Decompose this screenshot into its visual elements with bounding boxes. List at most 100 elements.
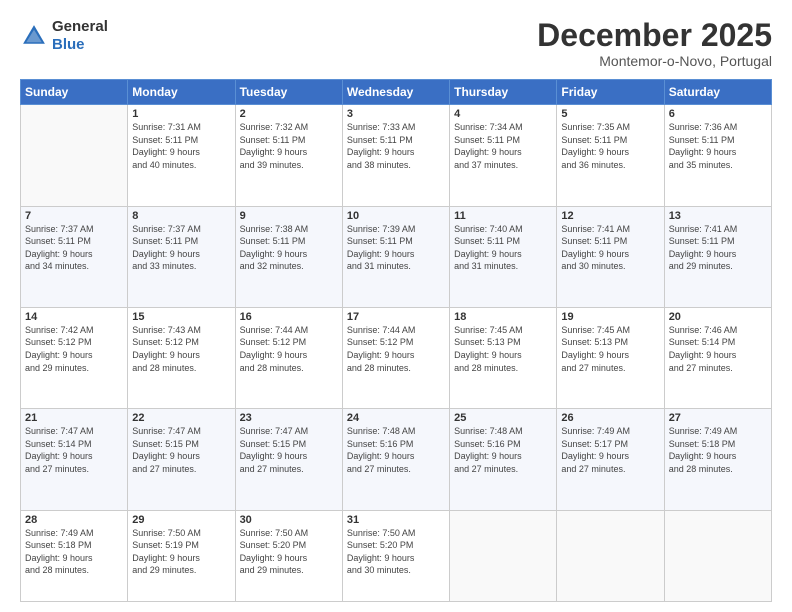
calendar-cell: 5Sunrise: 7:35 AM Sunset: 5:11 PM Daylig…	[557, 105, 664, 206]
cell-content: Sunrise: 7:44 AM Sunset: 5:12 PM Dayligh…	[240, 324, 338, 374]
calendar-cell: 29Sunrise: 7:50 AM Sunset: 5:19 PM Dayli…	[128, 510, 235, 601]
week-row-2: 7Sunrise: 7:37 AM Sunset: 5:11 PM Daylig…	[21, 206, 772, 307]
day-number: 16	[240, 311, 338, 323]
calendar-cell: 26Sunrise: 7:49 AM Sunset: 5:17 PM Dayli…	[557, 409, 664, 510]
calendar-cell: 21Sunrise: 7:47 AM Sunset: 5:14 PM Dayli…	[21, 409, 128, 510]
calendar-cell: 13Sunrise: 7:41 AM Sunset: 5:11 PM Dayli…	[664, 206, 771, 307]
day-number: 6	[669, 108, 767, 120]
day-number: 22	[132, 412, 230, 424]
calendar-page: General Blue December 2025 Montemor-o-No…	[0, 0, 792, 612]
day-number: 5	[561, 108, 659, 120]
logo-icon	[20, 22, 48, 50]
day-number: 18	[454, 311, 552, 323]
cell-content: Sunrise: 7:46 AM Sunset: 5:14 PM Dayligh…	[669, 324, 767, 374]
header-day-tuesday: Tuesday	[235, 80, 342, 105]
cell-content: Sunrise: 7:36 AM Sunset: 5:11 PM Dayligh…	[669, 121, 767, 171]
day-number: 31	[347, 514, 445, 526]
cell-content: Sunrise: 7:44 AM Sunset: 5:12 PM Dayligh…	[347, 324, 445, 374]
logo-blue: Blue	[52, 36, 108, 54]
cell-content: Sunrise: 7:39 AM Sunset: 5:11 PM Dayligh…	[347, 223, 445, 273]
calendar-cell: 10Sunrise: 7:39 AM Sunset: 5:11 PM Dayli…	[342, 206, 449, 307]
calendar-cell: 31Sunrise: 7:50 AM Sunset: 5:20 PM Dayli…	[342, 510, 449, 601]
day-number: 10	[347, 210, 445, 222]
day-number: 11	[454, 210, 552, 222]
day-number: 1	[132, 108, 230, 120]
header-day-sunday: Sunday	[21, 80, 128, 105]
header-day-monday: Monday	[128, 80, 235, 105]
cell-content: Sunrise: 7:37 AM Sunset: 5:11 PM Dayligh…	[25, 223, 123, 273]
calendar-cell: 22Sunrise: 7:47 AM Sunset: 5:15 PM Dayli…	[128, 409, 235, 510]
header: General Blue December 2025 Montemor-o-No…	[20, 18, 772, 69]
calendar-cell: 28Sunrise: 7:49 AM Sunset: 5:18 PM Dayli…	[21, 510, 128, 601]
cell-content: Sunrise: 7:37 AM Sunset: 5:11 PM Dayligh…	[132, 223, 230, 273]
cell-content: Sunrise: 7:45 AM Sunset: 5:13 PM Dayligh…	[454, 324, 552, 374]
cell-content: Sunrise: 7:50 AM Sunset: 5:20 PM Dayligh…	[347, 527, 445, 577]
calendar-cell: 11Sunrise: 7:40 AM Sunset: 5:11 PM Dayli…	[450, 206, 557, 307]
header-day-thursday: Thursday	[450, 80, 557, 105]
calendar-cell: 25Sunrise: 7:48 AM Sunset: 5:16 PM Dayli…	[450, 409, 557, 510]
day-number: 15	[132, 311, 230, 323]
day-number: 26	[561, 412, 659, 424]
calendar-cell: 6Sunrise: 7:36 AM Sunset: 5:11 PM Daylig…	[664, 105, 771, 206]
header-row: SundayMondayTuesdayWednesdayThursdayFrid…	[21, 80, 772, 105]
cell-content: Sunrise: 7:34 AM Sunset: 5:11 PM Dayligh…	[454, 121, 552, 171]
calendar-cell: 24Sunrise: 7:48 AM Sunset: 5:16 PM Dayli…	[342, 409, 449, 510]
day-number: 20	[669, 311, 767, 323]
day-number: 21	[25, 412, 123, 424]
calendar-cell: 20Sunrise: 7:46 AM Sunset: 5:14 PM Dayli…	[664, 307, 771, 408]
cell-content: Sunrise: 7:41 AM Sunset: 5:11 PM Dayligh…	[669, 223, 767, 273]
cell-content: Sunrise: 7:40 AM Sunset: 5:11 PM Dayligh…	[454, 223, 552, 273]
calendar-cell: 2Sunrise: 7:32 AM Sunset: 5:11 PM Daylig…	[235, 105, 342, 206]
cell-content: Sunrise: 7:31 AM Sunset: 5:11 PM Dayligh…	[132, 121, 230, 171]
logo: General Blue	[20, 18, 108, 54]
calendar-cell: 12Sunrise: 7:41 AM Sunset: 5:11 PM Dayli…	[557, 206, 664, 307]
calendar-cell	[450, 510, 557, 601]
week-row-4: 21Sunrise: 7:47 AM Sunset: 5:14 PM Dayli…	[21, 409, 772, 510]
calendar-cell: 9Sunrise: 7:38 AM Sunset: 5:11 PM Daylig…	[235, 206, 342, 307]
day-number: 19	[561, 311, 659, 323]
day-number: 28	[25, 514, 123, 526]
cell-content: Sunrise: 7:38 AM Sunset: 5:11 PM Dayligh…	[240, 223, 338, 273]
day-number: 23	[240, 412, 338, 424]
day-number: 12	[561, 210, 659, 222]
cell-content: Sunrise: 7:50 AM Sunset: 5:20 PM Dayligh…	[240, 527, 338, 577]
day-number: 13	[669, 210, 767, 222]
cell-content: Sunrise: 7:47 AM Sunset: 5:15 PM Dayligh…	[240, 425, 338, 475]
cell-content: Sunrise: 7:41 AM Sunset: 5:11 PM Dayligh…	[561, 223, 659, 273]
calendar-cell: 8Sunrise: 7:37 AM Sunset: 5:11 PM Daylig…	[128, 206, 235, 307]
week-row-3: 14Sunrise: 7:42 AM Sunset: 5:12 PM Dayli…	[21, 307, 772, 408]
header-day-saturday: Saturday	[664, 80, 771, 105]
day-number: 4	[454, 108, 552, 120]
calendar-cell: 1Sunrise: 7:31 AM Sunset: 5:11 PM Daylig…	[128, 105, 235, 206]
week-row-1: 1Sunrise: 7:31 AM Sunset: 5:11 PM Daylig…	[21, 105, 772, 206]
calendar-cell: 18Sunrise: 7:45 AM Sunset: 5:13 PM Dayli…	[450, 307, 557, 408]
header-day-wednesday: Wednesday	[342, 80, 449, 105]
cell-content: Sunrise: 7:33 AM Sunset: 5:11 PM Dayligh…	[347, 121, 445, 171]
day-number: 29	[132, 514, 230, 526]
calendar-cell: 19Sunrise: 7:45 AM Sunset: 5:13 PM Dayli…	[557, 307, 664, 408]
calendar-cell: 14Sunrise: 7:42 AM Sunset: 5:12 PM Dayli…	[21, 307, 128, 408]
day-number: 17	[347, 311, 445, 323]
location: Montemor-o-Novo, Portugal	[537, 53, 772, 69]
day-number: 2	[240, 108, 338, 120]
calendar-cell	[557, 510, 664, 601]
day-number: 27	[669, 412, 767, 424]
logo-general: General	[52, 18, 108, 36]
day-number: 8	[132, 210, 230, 222]
cell-content: Sunrise: 7:49 AM Sunset: 5:18 PM Dayligh…	[669, 425, 767, 475]
calendar-table: SundayMondayTuesdayWednesdayThursdayFrid…	[20, 79, 772, 602]
calendar-cell: 17Sunrise: 7:44 AM Sunset: 5:12 PM Dayli…	[342, 307, 449, 408]
logo-text: General Blue	[52, 18, 108, 54]
cell-content: Sunrise: 7:32 AM Sunset: 5:11 PM Dayligh…	[240, 121, 338, 171]
calendar-cell: 27Sunrise: 7:49 AM Sunset: 5:18 PM Dayli…	[664, 409, 771, 510]
cell-content: Sunrise: 7:50 AM Sunset: 5:19 PM Dayligh…	[132, 527, 230, 577]
header-day-friday: Friday	[557, 80, 664, 105]
day-number: 25	[454, 412, 552, 424]
cell-content: Sunrise: 7:45 AM Sunset: 5:13 PM Dayligh…	[561, 324, 659, 374]
calendar-cell	[21, 105, 128, 206]
day-number: 30	[240, 514, 338, 526]
cell-content: Sunrise: 7:47 AM Sunset: 5:15 PM Dayligh…	[132, 425, 230, 475]
cell-content: Sunrise: 7:47 AM Sunset: 5:14 PM Dayligh…	[25, 425, 123, 475]
day-number: 3	[347, 108, 445, 120]
cell-content: Sunrise: 7:35 AM Sunset: 5:11 PM Dayligh…	[561, 121, 659, 171]
